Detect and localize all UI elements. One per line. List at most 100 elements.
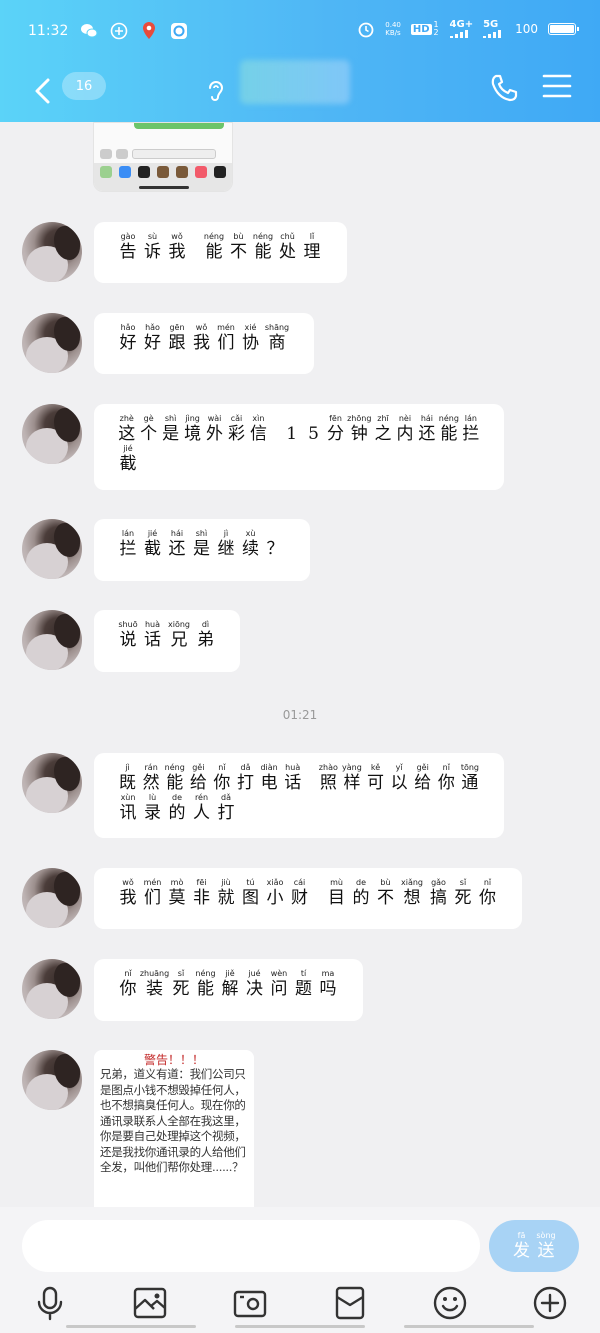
pinyin: néng	[203, 232, 225, 241]
hanzi: 截	[119, 454, 137, 474]
avatar[interactable]	[22, 868, 82, 928]
avatar[interactable]	[22, 959, 82, 1019]
avatar[interactable]	[22, 1050, 82, 1110]
message-bubble[interactable]: zhè 这 gè 个 shì 是 jìng 境 wài 外 cǎi 彩 xìn 信 1 5 fēn 分 zhōng 钟…	[94, 404, 504, 490]
pinyin: fēn	[329, 414, 342, 423]
chevron-left-icon[interactable]	[30, 74, 56, 108]
message-bubble[interactable]: lán 拦 jié 截 hái 还 shì 是 jì 继 xù 续？	[94, 519, 310, 581]
hanzi: 兄	[170, 630, 188, 650]
pinyin: rén	[194, 793, 209, 802]
red-packet-icon[interactable]	[332, 1285, 368, 1321]
pinyin: wǒ	[171, 232, 183, 241]
pinyin: fēi	[196, 878, 207, 887]
ruby-char: zhào 照	[317, 763, 340, 793]
send-button[interactable]: fā 发 sòng 送	[489, 1220, 579, 1272]
ruby-char: lán 拦	[116, 529, 140, 559]
bottom-toolbar	[0, 1279, 600, 1333]
status-bar: 11:32 0.40 KB/s HD 1 2 4G+ 5G 100	[0, 0, 600, 60]
pinyin: xiōng	[168, 620, 190, 629]
pinyin: de	[172, 793, 182, 802]
pinyin: néng	[195, 969, 216, 978]
message-bubble[interactable]: wǒ 我 mén 们 mò 莫 fēi 非 jiù 就 tú 图 xiǎo 小 cái 财 mù 目 de 的 bù 不 x…	[94, 868, 522, 929]
screenshot-thumbnail[interactable]	[93, 122, 233, 192]
message-bubble[interactable]: shuō 说 huà 话 xiōng 兄 dì 弟	[94, 610, 240, 672]
ruby-char	[305, 763, 317, 793]
message-bubble[interactable]: gào 告 sù 诉 wǒ 我 néng 能 bù 不 néng 能 chǔ 处 lǐ 理	[94, 222, 347, 283]
avatar[interactable]	[22, 313, 82, 373]
ruby-char: xiǎo 小	[263, 878, 287, 908]
ruby-char: jì 既	[116, 763, 139, 793]
message-bubble[interactable]: hǎo 好 hǎo 好 gēn 跟 wǒ 我 mén 们 xié 协 shāng 商	[94, 313, 314, 374]
ruby-char: fēi 非	[190, 878, 214, 908]
pinyin: jìng	[185, 414, 200, 423]
hanzi: 我	[119, 888, 137, 908]
pinyin: hái	[420, 414, 434, 423]
hanzi: 图	[242, 888, 259, 908]
message-text-line: hǎo 好 hǎo 好 gēn 跟 wǒ 我 mén 们 xié 协 shāng 商	[116, 323, 292, 353]
chat-message-list[interactable]: gào 告 sù 诉 wǒ 我 néng 能 bù 不 néng 能 chǔ 处 lǐ 理 hǎo 好 hǎo 好 g…	[0, 122, 600, 1207]
pinyin: yǐ	[395, 763, 403, 772]
hanzi: 小	[266, 888, 284, 908]
hanzi: 彩	[227, 424, 245, 444]
message-text-line: lán 拦 jié 截 hái 还 shì 是 jì 继 xù 续？	[116, 529, 288, 559]
message-bubble[interactable]: jì 既 rán 然 néng 能 gěi 给 nǐ 你 dǎ 打 diàn 电 huà 话 zhào 照 yàng…	[94, 753, 504, 838]
plus-icon[interactable]	[532, 1285, 568, 1321]
avatar[interactable]	[22, 753, 82, 813]
phone-icon[interactable]	[488, 72, 520, 104]
ruby-char: zhī 之	[372, 414, 393, 444]
ruby-char: xiōng 兄	[165, 620, 193, 650]
thumb-dock-app	[119, 166, 131, 178]
pinyin: mén	[217, 323, 235, 332]
hanzi: 送	[537, 1241, 555, 1261]
message-bubble[interactable]: nǐ 你 zhuāng 装 sǐ 死 néng 能 jiě 解 jué 决 wèn 问 tí 题 ma 吗	[94, 959, 363, 1021]
avatar[interactable]	[22, 404, 82, 464]
camera-icon[interactable]	[232, 1285, 268, 1321]
hanzi: 信	[249, 424, 267, 444]
pinyin: jié	[147, 529, 158, 538]
message-text-line: nǐ 你 zhuāng 装 sǐ 死 néng 能 jiě 解 jué 决 wèn 问 tí 题 ma 吗	[116, 969, 341, 999]
hanzi: 给	[189, 773, 207, 793]
menu-icon[interactable]	[542, 72, 572, 100]
ruby-char: xù 续	[239, 529, 263, 559]
pinyin: hǎo	[120, 323, 136, 332]
pinyin: huà	[285, 763, 301, 772]
ruby-char: hái 还	[416, 414, 437, 444]
hanzi: 电	[260, 773, 278, 793]
pinyin: zhào	[318, 763, 338, 772]
ruby-char: lán 拦	[460, 414, 481, 444]
pinyin: bù	[380, 878, 391, 887]
image-warning-title: 警告！！！	[143, 1053, 204, 1067]
pinyin: cái	[293, 878, 306, 887]
hanzi: 想	[403, 888, 421, 908]
ear-icon	[204, 76, 228, 104]
image-message[interactable]: 警告！！！ 兄弟，道义有道：我们公司只是图点小钱不想毁掉任何人，也不想搞臭任何人…	[94, 1050, 254, 1207]
ruby-char: nǐ 你	[116, 969, 140, 999]
ruby-char: shì 是	[190, 529, 214, 559]
microphone-icon[interactable]	[32, 1285, 68, 1321]
chat-header: 16	[0, 60, 600, 122]
pinyin: dǎ	[221, 793, 231, 802]
hanzi: 好	[144, 333, 161, 353]
message-text-line: zhè 这 gè 个 shì 是 jìng 境 wài 外 cǎi 彩 xìn 信 1 5 fēn 分 zhōng 钟…	[116, 414, 482, 444]
ruby-char: tōng 通	[458, 763, 481, 793]
hanzi: 打	[217, 803, 235, 823]
hanzi: 死	[172, 979, 190, 999]
hanzi: 能	[205, 242, 223, 262]
thumb-dock-app	[176, 166, 188, 178]
hanzi: 继	[217, 539, 235, 559]
ruby-char: zhōng 钟	[347, 414, 372, 444]
emoji-icon[interactable]	[432, 1285, 468, 1321]
message-input[interactable]	[22, 1220, 480, 1272]
pinyin: huà	[144, 620, 161, 629]
hanzi: 弟	[197, 630, 214, 650]
unread-count-badge[interactable]: 16	[62, 72, 106, 100]
avatar[interactable]	[22, 610, 82, 670]
gallery-icon[interactable]	[132, 1285, 168, 1321]
avatar[interactable]	[22, 519, 82, 579]
avatar[interactable]	[22, 222, 82, 282]
ruby-char: gào 告	[116, 232, 140, 262]
ruby-char: shāng 商	[263, 323, 291, 353]
hanzi: 我	[168, 242, 186, 262]
hanzi: 不	[377, 888, 394, 908]
hanzi: 非	[193, 888, 210, 908]
